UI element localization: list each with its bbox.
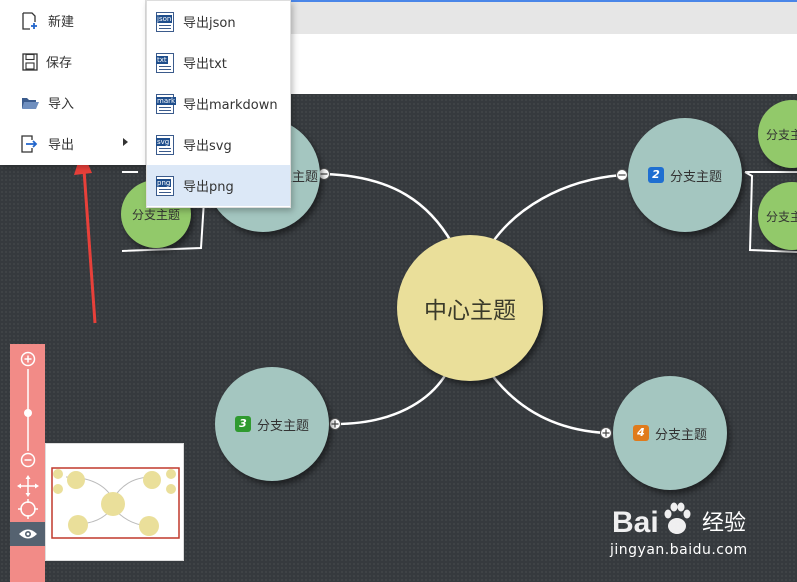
move-icon[interactable]	[17, 475, 39, 497]
watermark-logo-text: 经验	[702, 511, 747, 536]
center-node[interactable]: 中心主题	[397, 235, 543, 381]
menu-item-label: 导入	[48, 97, 75, 112]
locate-center-icon[interactable]	[18, 499, 38, 519]
markdown-file-icon: mark	[156, 93, 177, 114]
export-markdown-item[interactable]: mark 导出markdown	[147, 83, 290, 124]
eye-icon	[18, 529, 37, 539]
png-file-icon: png	[156, 175, 174, 196]
priority-badge: 3	[234, 416, 251, 432]
menu-item-label: 导出	[48, 138, 75, 153]
json-file-icon: json	[156, 11, 174, 32]
watermark-url: jingyan.baidu.com	[610, 542, 748, 558]
export-json-item[interactable]: json 导出json	[147, 1, 290, 42]
folder-open-icon	[20, 93, 40, 113]
expand-toggle[interactable]	[329, 418, 341, 430]
submenu-arrow-icon	[123, 138, 128, 146]
new-file-icon	[20, 11, 40, 31]
export-submenu: json 导出json txt 导出txt mark 导出markdown sv…	[146, 0, 291, 208]
leaf-node-label: 分支主题	[131, 207, 180, 222]
svg-text:Bai: Bai	[612, 506, 659, 539]
branch-node-3[interactable]: 3 分支主题	[215, 367, 329, 481]
branch-node-label: 分支主题	[669, 169, 722, 185]
save-icon	[20, 52, 40, 72]
export-item-label: 导出svg	[183, 139, 232, 154]
export-item-label: 导出markdown	[183, 98, 278, 113]
file-menu: 新建 保存 导入 导出	[0, 0, 146, 165]
zoom-navigator	[10, 344, 45, 582]
export-item-label: 导出txt	[183, 57, 227, 72]
export-png-item[interactable]: png 导出png	[147, 165, 290, 206]
preview-toggle-button[interactable]	[10, 522, 45, 546]
zoom-in-button[interactable]	[20, 351, 36, 367]
menu-item-export[interactable]: 导出	[0, 123, 145, 164]
center-node-label: 中心主题	[424, 298, 516, 324]
priority-badge: 2	[647, 167, 664, 183]
collapse-toggle[interactable]	[318, 168, 330, 180]
menu-item-label: 新建	[48, 15, 75, 30]
priority-badge: 4	[632, 425, 649, 441]
branch-node-label: 分支主题	[256, 418, 309, 434]
export-svg-item[interactable]: svg 导出svg	[147, 124, 290, 165]
export-icon	[20, 134, 40, 154]
minimap[interactable]	[45, 443, 184, 561]
leaf-node-label: 分支主题	[766, 209, 797, 224]
menu-item-import[interactable]: 导入	[0, 82, 145, 123]
menu-item-new[interactable]: 新建	[0, 0, 145, 41]
leaf-node-label: 分支主题	[766, 127, 797, 142]
export-txt-item[interactable]: txt 导出txt	[147, 42, 290, 83]
branch-node-label: 分支主题	[654, 427, 707, 443]
collapse-toggle[interactable]	[616, 169, 628, 181]
export-item-label: 导出png	[183, 180, 234, 195]
menu-item-save[interactable]: 保存	[0, 41, 145, 82]
baidu-watermark-logo: Bai 经验	[610, 500, 750, 544]
svg-file-icon: svg	[156, 134, 174, 155]
zoom-slider-handle[interactable]	[24, 409, 32, 417]
branch-node-4[interactable]: 4 分支主题	[613, 376, 727, 490]
export-item-label: 导出json	[183, 16, 236, 31]
txt-file-icon: txt	[156, 52, 174, 73]
menu-item-label: 保存	[46, 56, 73, 71]
branch-node-2[interactable]: 2 分支主题	[628, 118, 742, 232]
expand-toggle[interactable]	[600, 427, 612, 439]
zoom-out-button[interactable]	[20, 452, 36, 468]
